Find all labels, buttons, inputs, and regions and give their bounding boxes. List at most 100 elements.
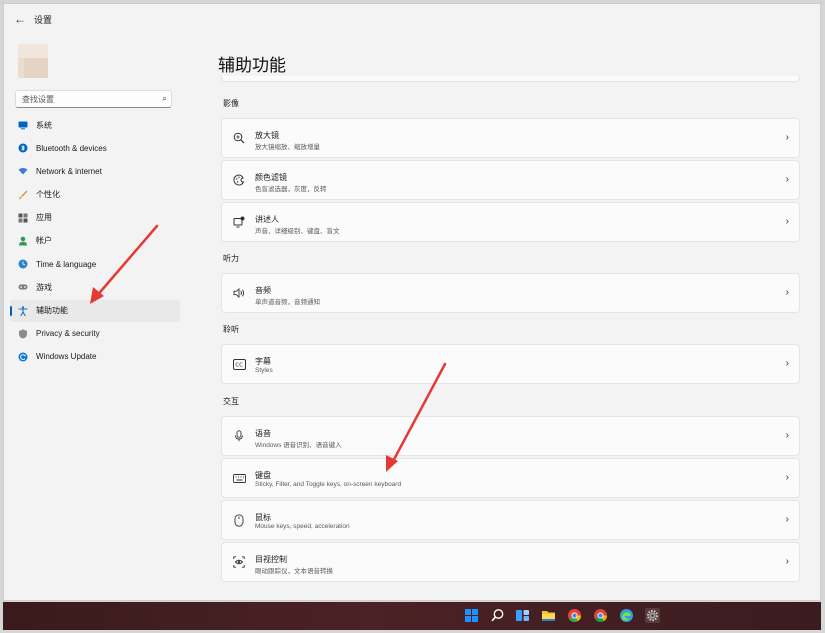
card-title: 音频	[255, 286, 271, 295]
taskbar	[3, 602, 821, 630]
file-explorer-icon[interactable]	[541, 608, 556, 623]
card-eye-control[interactable]: 目视控制 眼动跟踪仪，文本语音转换 ›	[221, 542, 800, 582]
search-input[interactable]	[16, 91, 151, 107]
narrator-icon	[232, 215, 246, 229]
back-button[interactable]: ←	[12, 11, 28, 27]
search-icon[interactable]	[490, 608, 505, 623]
card-speech[interactable]: 语音 Windows 语音识别、语音键入 ›	[221, 416, 800, 456]
sidebar-item-privacy[interactable]: Privacy & security	[10, 323, 180, 345]
section-label-hearing: 听力	[223, 254, 239, 263]
sidebar-item-apps[interactable]: 应用	[10, 207, 180, 229]
chrome-icon[interactable]	[567, 608, 582, 623]
card-audio[interactable]: 音频 单声道音频，音频通知 ›	[221, 273, 800, 313]
card-title: 放大镜	[255, 131, 279, 140]
magnifier-icon	[232, 131, 246, 145]
microphone-icon	[232, 429, 246, 443]
chevron-right-icon: ›	[785, 430, 789, 441]
card-color-filters[interactable]: 颜色滤镜 色盲滤选器，灰度，反转 ›	[221, 160, 800, 200]
sidebar-item-label: Privacy & security	[36, 329, 100, 339]
card-subtitle: 单声道音频，音频通知	[255, 299, 320, 306]
sidebar-item-windows-update[interactable]: Windows Update	[10, 346, 180, 368]
settings-window: ← 设置 ⌕ 系统 Bluetooth & devices Network & …	[3, 3, 821, 601]
sidebar-item-system[interactable]: 系统	[10, 114, 180, 136]
accessibility-icon	[18, 305, 28, 316]
sidebar-item-bluetooth[interactable]: Bluetooth & devices	[10, 137, 180, 159]
card-title: 目视控制	[255, 555, 287, 564]
person-icon	[19, 236, 27, 246]
search-box[interactable]: ⌕	[15, 90, 172, 108]
captions-icon: CC	[232, 357, 246, 371]
settings-icon[interactable]	[645, 608, 660, 623]
chevron-right-icon: ›	[785, 216, 789, 227]
chrome-icon-2[interactable]	[593, 608, 608, 623]
mouse-icon	[232, 513, 246, 527]
chevron-right-icon: ›	[785, 472, 789, 483]
sidebar-item-time-language[interactable]: Time & language	[10, 253, 180, 275]
chevron-right-icon: ›	[785, 287, 789, 298]
card-narrator[interactable]: 讲述人 声音、详细级别、键盘、盲文 ›	[221, 202, 800, 242]
sidebar-item-label: 帐户	[36, 236, 52, 246]
chevron-right-icon: ›	[785, 358, 789, 369]
monitor-icon	[18, 121, 28, 130]
sidebar-item-label: Network & internet	[36, 166, 102, 176]
sidebar-item-network[interactable]: Network & internet	[10, 160, 180, 182]
start-icon[interactable]	[464, 608, 479, 623]
card-mouse[interactable]: 鼠标 Mouse keys, speed, acceleration ›	[221, 500, 800, 540]
sidebar-item-gaming[interactable]: 游戏	[10, 276, 180, 298]
sidebar-item-label: 辅助功能	[36, 306, 68, 315]
apps-icon	[18, 213, 28, 223]
task-view-icon[interactable]	[515, 608, 530, 623]
speaker-icon	[232, 286, 246, 300]
card-title: 语音	[255, 429, 271, 438]
card-subtitle: 色盲滤选器，灰度，反转	[255, 186, 327, 193]
card-subtitle: Sticky, Filter, and Toggle keys, on-scre…	[255, 481, 402, 488]
sidebar-item-label: 应用	[36, 213, 52, 223]
page-title: 辅助功能	[218, 56, 286, 75]
chevron-right-icon: ›	[785, 514, 789, 525]
wifi-icon	[18, 168, 28, 175]
bluetooth-icon	[18, 143, 28, 153]
chevron-right-icon: ›	[785, 174, 789, 185]
eye-control-icon	[232, 555, 246, 569]
search-icon[interactable]: ⌕	[162, 93, 167, 104]
card-subtitle: Mouse keys, speed, acceleration	[255, 523, 350, 530]
section-label-interaction: 交互	[223, 397, 239, 406]
sidebar-item-label: 个性化	[36, 190, 60, 200]
sidebar-item-accessibility[interactable]: 辅助功能	[10, 299, 180, 322]
card-subtitle: 眼动跟踪仪，文本语音转换	[255, 568, 333, 575]
avatar[interactable]	[18, 44, 48, 78]
color-filter-icon	[232, 173, 246, 187]
card-title: 讲述人	[255, 215, 279, 224]
card-magnifier[interactable]: 放大镜 放大镜缩放、缩放增量 ›	[221, 118, 800, 158]
title-bar: ← 设置	[4, 4, 820, 34]
sidebar-item-accounts[interactable]: 帐户	[10, 230, 180, 252]
shield-icon	[19, 329, 27, 339]
section-label-vision: 影像	[223, 99, 239, 108]
window-title: 设置	[34, 15, 53, 25]
sidebar-item-label: Bluetooth & devices	[36, 143, 107, 153]
card-subtitle: 声音、详细级别、键盘、盲文	[255, 228, 340, 235]
sidebar-item-personalization[interactable]: 个性化	[10, 184, 180, 206]
chevron-right-icon: ›	[785, 132, 789, 143]
update-icon	[18, 352, 28, 362]
chevron-right-icon: ›	[785, 556, 789, 567]
sidebar-item-label: 游戏	[36, 282, 52, 292]
sidebar-nav: 系统 Bluetooth & devices Network & interne…	[10, 114, 180, 369]
card-subtitle: 放大镜缩放、缩放增量	[255, 144, 320, 151]
section-label-listening: 聆听	[223, 325, 239, 334]
edge-icon[interactable]	[619, 608, 634, 623]
card-subtitle: Windows 语音识别、语音键入	[255, 442, 342, 449]
card-subtitle: Styles	[255, 367, 273, 374]
card-title: 键盘	[255, 471, 271, 480]
card-title: 鼠标	[255, 513, 271, 522]
globe-clock-icon	[18, 259, 28, 269]
previous-card-edge	[221, 76, 800, 82]
card-keyboard[interactable]: 键盘 Sticky, Filter, and Toggle keys, on-s…	[221, 458, 800, 498]
sidebar-item-label: Windows Update	[36, 352, 97, 362]
card-title: 字幕	[255, 357, 271, 366]
brush-icon	[19, 190, 28, 199]
keyboard-icon	[232, 471, 246, 485]
gamepad-icon	[18, 284, 28, 290]
sidebar-item-label: Time & language	[36, 259, 97, 269]
card-captions[interactable]: CC 字幕 Styles ›	[221, 344, 800, 384]
